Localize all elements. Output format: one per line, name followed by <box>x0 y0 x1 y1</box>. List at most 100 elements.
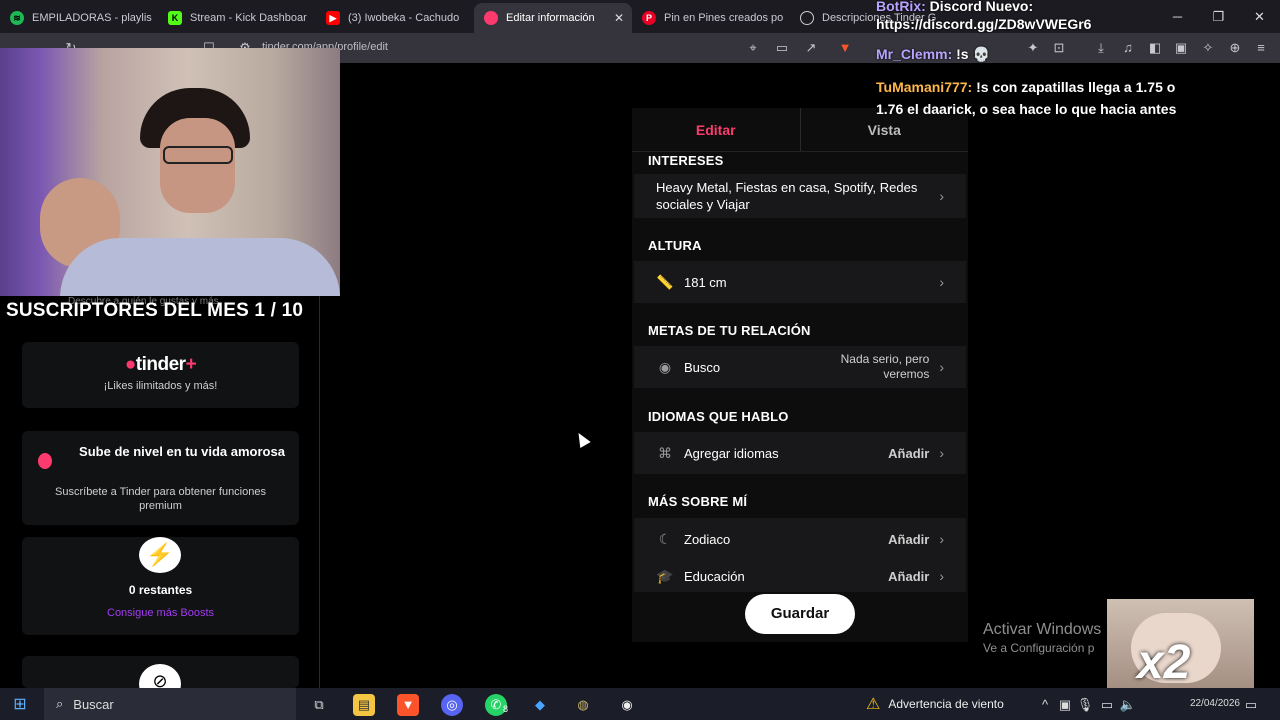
interests-heading: INTERESES <box>648 153 724 168</box>
warning-icon: ⚠ <box>866 696 881 713</box>
share-icon[interactable]: ↗ <box>802 39 820 57</box>
height-value: 181 cm <box>684 274 727 290</box>
tab-title: (3) Iwobeka - Cachudo <box>348 12 460 24</box>
education-label: Educación <box>684 568 745 584</box>
translate-icon: ⌘ <box>658 445 672 461</box>
chevron-right-icon: › <box>939 445 944 461</box>
leo-icon[interactable]: ✧ <box>1199 39 1217 57</box>
chevron-right-icon: › <box>939 187 944 204</box>
volume-icon[interactable]: 🔈 <box>1117 694 1139 716</box>
search-icon: ⌕ <box>56 696 64 711</box>
taskbar-search[interactable]: ⌕ Buscar <box>44 688 296 720</box>
goals-value: Nada serio, pero veremos <box>840 352 930 381</box>
tab-title: Editar información <box>506 12 595 24</box>
obs-icon[interactable]: ◉ <box>616 694 638 716</box>
tray-app-icon[interactable]: ▣ <box>1054 694 1076 716</box>
chevron-up-icon[interactable]: ^ <box>1034 694 1056 716</box>
chat-message: TuMamani777: !s con zapatillas llega a 1… <box>876 76 1186 120</box>
weather-widget[interactable]: ⚠ Advertencia de viento <box>866 688 1004 720</box>
incognito-card[interactable]: ⊘ <box>22 656 299 704</box>
tab-title: EMPILADORAS - playlis <box>32 12 152 24</box>
education-row[interactable]: 🎓 Educación Añadir › <box>634 560 966 592</box>
subscribers-title: SUSCRIPTORES DEL MES 1 / 10 <box>6 300 304 321</box>
save-button[interactable]: Guardar <box>745 594 855 634</box>
about-heading: MÁS SOBRE MÍ <box>648 494 748 509</box>
browser-tab[interactable]: ≋ EMPILADORAS - playlis <box>0 3 158 33</box>
languages-row[interactable]: ⌘ Agregar idiomas Añadir › <box>634 432 966 474</box>
plus-sign: + <box>185 354 197 375</box>
graduation-cap-icon: 🎓 <box>656 568 674 584</box>
height-row[interactable]: 📏 181 cm › <box>634 261 966 303</box>
chat-user: BotRix: <box>876 0 926 14</box>
tab-title: Pin en Pines creados po <box>664 12 784 24</box>
goals-row[interactable]: ◉ Busco Nada serio, pero veremos › <box>634 346 966 388</box>
date-text: 22/04/2026 <box>1189 698 1240 709</box>
browser-tab[interactable]: P Pin en Pines creados po <box>632 3 790 33</box>
chatgpt-icon <box>800 11 814 25</box>
windows-start-icon[interactable]: ⊞ <box>0 694 40 714</box>
languages-heading: IDIOMAS QUE HABLO <box>648 409 789 424</box>
chevron-right-icon: › <box>939 359 944 375</box>
brave-shield-icon[interactable]: ▼ <box>836 39 854 57</box>
multiplier-text: x2 <box>1137 636 1191 688</box>
zodiac-label: Zodiaco <box>684 531 731 547</box>
pinterest-icon: P <box>642 11 656 25</box>
level-up-description: Suscríbete a Tinder para obtener funcion… <box>55 486 266 512</box>
boost-remaining: 0 restantes <box>128 583 193 597</box>
get-more-boosts-link[interactable]: Consigue más Boosts <box>22 607 299 619</box>
brave-browser-icon[interactable]: ▼ <box>397 694 419 716</box>
interests-row[interactable]: Heavy Metal, Fiestas en casa, Spotify, R… <box>634 174 966 218</box>
education-add[interactable]: Añadir <box>888 569 929 584</box>
moon-icon: ☾ <box>658 531 672 547</box>
tinder-logo-text: tinder <box>135 354 186 375</box>
browser-tab[interactable]: ▶ (3) Iwobeka - Cachudo <box>316 3 474 33</box>
cast-icon[interactable]: ▭ <box>773 39 791 57</box>
goals-heading: METAS DE TU RELACIÓN <box>648 323 811 338</box>
kick-icon: K <box>168 11 182 25</box>
app-icon[interactable]: ◍ <box>572 694 594 716</box>
ruler-icon: 📏 <box>656 274 674 290</box>
tinder-flame-icon <box>38 453 52 469</box>
microphone-icon[interactable]: 🎙 <box>1074 694 1096 716</box>
network-icon[interactable]: ▭ <box>1096 694 1118 716</box>
chat-user: TuMamani777: <box>876 79 973 95</box>
activate-windows-title: Activar Windows <box>983 621 1102 638</box>
close-window-icon[interactable]: ✕ <box>1239 0 1280 33</box>
vpn-icon[interactable]: ⊕ <box>1226 39 1244 57</box>
profile-edit-panel: Editar Vista INTERESES Heavy Metal, Fies… <box>632 108 968 642</box>
menu-icon[interactable]: ≡ <box>1252 39 1270 57</box>
chevron-right-icon: › <box>939 568 944 584</box>
streamer-face <box>160 118 235 213</box>
goals-label: Busco <box>684 359 721 375</box>
cat-overlay: x2 <box>1107 599 1254 688</box>
browser-tab[interactable]: K Stream - Kick Dashboar <box>158 3 316 33</box>
languages-label: Agregar idiomas <box>684 445 779 461</box>
tinder-plus-logo: ●tinder+ <box>124 354 197 375</box>
tinder-icon <box>484 11 498 25</box>
maximize-icon[interactable]: ❐ <box>1198 0 1239 33</box>
chat-message: Mr_Clemm: !s 💀 <box>876 46 1176 63</box>
app-icon[interactable]: ◆ <box>529 694 551 716</box>
notifications-icon[interactable]: ▭ <box>1240 694 1262 716</box>
chat-text: !s 💀 <box>956 46 990 62</box>
location-icon[interactable]: ⌖ <box>744 39 762 57</box>
tinder-plus-card[interactable]: ●tinder+ ¡Likes ilimitados y más! <box>22 342 299 408</box>
level-up-card[interactable]: Sube de nivel en tu vida amorosa Suscríb… <box>22 431 299 525</box>
close-tab-icon[interactable]: ✕ <box>614 11 624 25</box>
languages-add[interactable]: Añadir <box>888 446 929 461</box>
task-view-icon[interactable]: ⧉ <box>308 694 330 716</box>
youtube-icon: ▶ <box>326 11 340 25</box>
browser-tab-active[interactable]: Editar información ✕ <box>474 3 632 33</box>
boost-card: ⚡ 0 restantes Consigue más Boosts <box>22 537 299 635</box>
file-explorer-icon[interactable]: ▤ <box>353 694 375 716</box>
height-heading: ALTURA <box>648 238 702 253</box>
webcam-overlay <box>0 48 340 296</box>
search-placeholder: Buscar <box>73 696 114 712</box>
chat-message: BotRix: Discord Nuevo: https://discord.g… <box>876 0 1176 33</box>
boost-bolt-icon: ⚡ <box>139 537 181 573</box>
discord-icon[interactable]: ◎ <box>441 694 463 716</box>
zodiac-add[interactable]: Añadir <box>888 532 929 547</box>
zodiac-row[interactable]: ☾ Zodiaco Añadir › <box>634 518 966 560</box>
tab-edit[interactable]: Editar <box>632 108 800 151</box>
tab-title: Stream - Kick Dashboar <box>190 12 307 24</box>
